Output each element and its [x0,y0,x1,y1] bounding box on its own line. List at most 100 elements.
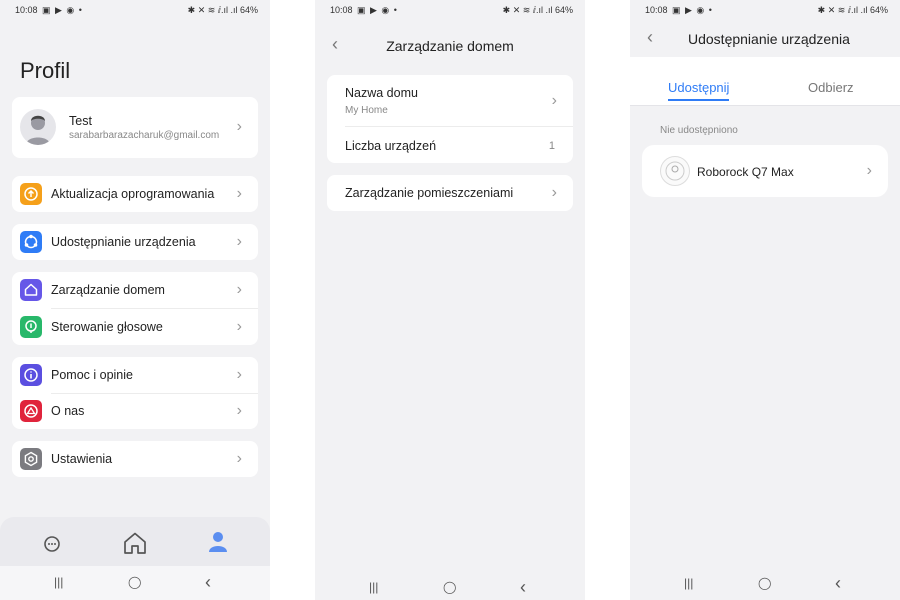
status-bar: 10:08 ▣ ▶ ◉ • ✱ ✕ ≋ ⅈ.ıl .ıl 64% [315,0,585,20]
chevron-right-icon: › [236,118,242,135]
bottom-tab-bar [0,517,270,567]
status-bar: 10:08 ▣ ▶ ◉ • ✱ ✕ ≋ ⅈ.ıl .ıl 64% [630,0,900,20]
recents-button[interactable]: ||| [684,576,693,590]
device-count-row: Liczba urządzeń 1 [327,127,573,163]
back-button[interactable]: ‹ [205,572,211,593]
signal-icons: ✱ ✕ ≋ ⅈ.ıl .ıl [817,5,868,15]
page-title: Profil [20,58,71,83]
home-name-label: Nazwa domu [345,86,418,100]
battery-level: 64% [869,5,888,15]
device-name: Roborock Q7 Max [697,165,794,179]
system-nav-bar: ||| ◯ ‹ [630,566,900,600]
chevron-right-icon: › [551,92,557,109]
home-icon [20,279,42,301]
rooms-card: Zarządzanie pomieszczeniami › [327,175,573,211]
menu-item-home-management[interactable]: Zarządzanie domem › [12,272,258,308]
menu-item-label: Sterowanie głosowe [51,320,163,334]
voice-icon [20,316,42,338]
back-button[interactable]: ‹ [835,573,841,594]
device-card[interactable]: Roborock Q7 Max › [642,145,888,197]
chevron-right-icon: › [236,318,242,335]
notification-icons: ▣ ▶ ◉ • [672,5,713,15]
tab-share-label: Udostępnij [668,80,730,95]
page-title: Udostępnianie urządzenia [688,31,850,47]
chevron-right-icon: › [236,281,242,298]
avatar [20,109,56,145]
profile-card[interactable]: Test sarabarbarazacharuk@gmail.com › [12,97,258,158]
status-time: 10:08 [645,5,668,15]
menu-item-settings[interactable]: Ustawienia › [12,441,258,477]
status-right: ✱ ✕ ≋ ⅈ.ıl .ıl 64% [503,5,573,16]
menu-card-help: Pomoc i opinie › O nas › [12,357,258,429]
about-icon [20,400,42,422]
tab-bar: Udostępnij Odbierz [630,57,900,106]
battery-level: 64% [239,5,258,15]
menu-item-label: Zarządzanie domem [51,283,165,297]
menu-card-settings: Ustawienia › [12,441,258,477]
section-label: Nie udostępniono [660,125,738,136]
profile-name: Test [69,114,92,128]
chevron-right-icon: › [236,233,242,250]
menu-item-share[interactable]: Udostępnianie urządzenia › [12,224,258,260]
system-nav-bar: ||| ◯ ‹ [315,566,585,600]
device-count-label: Liczba urządzeń [345,139,437,153]
signal-icons: ✱ ✕ ≋ ⅈ.ıl .ıl [502,5,553,15]
home-name-row[interactable]: Nazwa domu My Home › [327,75,573,126]
battery-level: 64% [554,5,573,15]
profile-email: sarabarbarazacharuk@gmail.com [69,130,220,141]
status-time: 10:08 [330,5,353,15]
update-icon [20,183,42,205]
chevron-right-icon: › [236,402,242,419]
back-arrow-icon[interactable]: ‹ [647,27,653,48]
recents-button[interactable]: ||| [369,580,378,594]
profile-tab-icon[interactable] [207,530,229,559]
menu-item-about[interactable]: O nas › [12,393,258,429]
menu-card-home: Zarządzanie domem › Sterowanie głosowe › [12,272,258,345]
menu-item-label: Aktualizacja oprogramowania [51,187,215,201]
chevron-right-icon: › [236,450,242,467]
notification-icons: ▣ ▶ ◉ • [42,5,83,15]
chat-icon[interactable] [42,534,62,559]
tab-share[interactable]: Udostępnij [668,79,730,101]
home-management-screen: 10:08 ▣ ▶ ◉ • ✱ ✕ ≋ ⅈ.ıl .ıl 64% ‹ Zarzą… [315,0,585,600]
signal-icons: ✱ ✕ ≋ ⅈ.ıl .ıl [187,5,238,15]
page-title: Zarządzanie domem [386,38,514,54]
home-info-card: Nazwa domu My Home › Liczba urządzeń 1 [327,75,573,163]
status-right: ✱ ✕ ≋ ⅈ.ıl .ıl 64% [188,5,258,16]
menu-item-voice-control[interactable]: Sterowanie głosowe › [12,309,258,345]
profile-screen: 10:08 ▣ ▶ ◉ • ✱ ✕ ≋ ⅈ.ıl .ıl 64% Profil … [0,0,270,600]
home-button[interactable]: ◯ [758,576,771,590]
menu-card-share: Udostępnianie urządzenia › [12,224,258,260]
settings-icon [20,448,42,470]
home-name-value: My Home [345,105,388,116]
menu-card-update: Aktualizacja oprogramowania › [12,176,258,212]
menu-item-label: Ustawienia [51,452,113,466]
menu-item-label: Udostępnianie urządzenia [51,235,196,249]
rooms-management-row[interactable]: Zarządzanie pomieszczeniami › [327,175,573,211]
status-right: ✱ ✕ ≋ ⅈ.ıl .ıl 64% [818,5,888,16]
menu-item-label: O nas [51,404,85,418]
back-button[interactable]: ‹ [520,577,526,598]
system-nav-bar: ||| ◯ ‹ [0,566,270,600]
chevron-right-icon: › [236,366,242,383]
chevron-right-icon: › [551,184,557,201]
home-button[interactable]: ◯ [128,575,141,589]
share-icon [20,231,42,253]
status-time: 10:08 [15,5,38,15]
help-icon [20,364,42,386]
chevron-right-icon: › [866,162,872,179]
tab-receive[interactable]: Odbierz [808,79,854,97]
notification-icons: ▣ ▶ ◉ • [357,5,398,15]
tab-receive-label: Odbierz [808,80,854,95]
status-bar: 10:08 ▣ ▶ ◉ • ✱ ✕ ≋ ⅈ.ıl .ıl 64% [0,0,270,20]
device-sharing-screen: 10:08 ▣ ▶ ◉ • ✱ ✕ ≋ ⅈ.ıl .ıl 64% ‹ Udost… [630,0,900,600]
recents-button[interactable]: ||| [54,575,63,589]
device-count-value: 1 [548,140,555,152]
menu-item-help[interactable]: Pomoc i opinie › [12,357,258,393]
menu-item-label: Pomoc i opinie [51,368,133,382]
menu-item-update[interactable]: Aktualizacja oprogramowania › [12,176,258,212]
home-button[interactable]: ◯ [443,580,456,594]
robot-vacuum-icon [660,156,690,186]
home-tab-icon[interactable] [122,530,148,561]
chevron-right-icon: › [236,185,242,202]
